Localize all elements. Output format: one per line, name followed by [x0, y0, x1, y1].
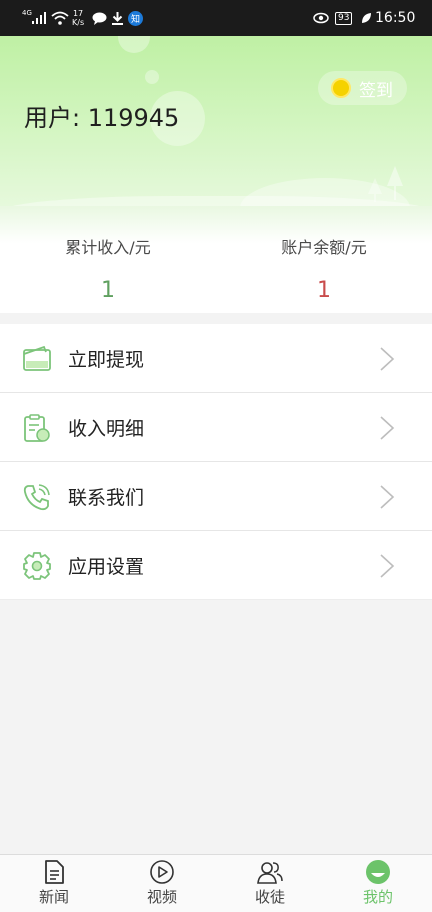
nav-label: 视频 — [146, 888, 177, 906]
income-value: 1 — [101, 278, 115, 303]
username: 用户: 119945 — [24, 104, 180, 132]
earnings-summary: 累计收入/元 1 账户余额/元 1 — [0, 206, 432, 313]
battery-level: 93 — [335, 11, 353, 25]
document-icon — [45, 860, 64, 884]
wallet-icon — [23, 345, 51, 371]
menu-item-contact[interactable]: 联系我们 — [0, 462, 432, 531]
clipboard-money-icon — [24, 414, 50, 442]
speed-value: 17 — [72, 9, 84, 18]
menu-item-app-settings[interactable]: 应用设置 — [0, 531, 432, 600]
chevron-right-icon — [380, 347, 395, 371]
menu-label: 应用设置 — [68, 555, 145, 578]
balance-label: 账户余额/元 — [281, 238, 367, 257]
chevron-right-icon — [380, 416, 395, 440]
wifi-icon — [51, 0, 69, 36]
menu-label: 收入明细 — [68, 417, 145, 440]
balance-stat: 账户余额/元 1 — [216, 234, 432, 303]
chat-icon — [92, 0, 107, 36]
chevron-right-icon — [380, 485, 395, 509]
nav-item-apprentice[interactable]: 收徒 — [216, 855, 324, 912]
users-icon — [257, 862, 283, 884]
battery-indicator: 93 — [335, 0, 353, 36]
notification-badge: 知 — [128, 10, 143, 26]
nav-label: 新闻 — [38, 888, 69, 906]
checkin-button[interactable]: 签到 — [318, 71, 407, 105]
net-speed: 17 K/s — [72, 0, 84, 36]
checkin-label: 签到 — [359, 80, 393, 101]
play-icon — [150, 860, 174, 884]
network-type: 4G — [22, 9, 32, 17]
nav-item-mine[interactable]: 我的 — [324, 855, 432, 912]
nav-item-news[interactable]: 新闻 — [0, 855, 108, 912]
profile-icon — [366, 860, 390, 884]
menu-label: 联系我们 — [68, 486, 145, 509]
bottom-navigation: 新闻 视频 收徒 我的 — [0, 854, 432, 912]
nav-label: 我的 — [362, 888, 393, 906]
decor-bubble — [118, 36, 150, 53]
balance-value: 1 — [317, 278, 331, 303]
profile-header: 用户: 119945 签到 — [0, 36, 432, 206]
download-icon — [111, 0, 124, 36]
nav-label: 收徒 — [254, 888, 285, 906]
chevron-right-icon — [380, 554, 395, 578]
menu-item-withdraw[interactable]: 立即提现 — [0, 324, 432, 393]
status-bar: 4G 17 K/s 知 93 16:50 — [0, 0, 432, 36]
income-label: 累计收入/元 — [65, 238, 151, 257]
tree-icon — [368, 166, 403, 202]
menu-item-income-detail[interactable]: 收入明细 — [0, 393, 432, 462]
speed-unit: K/s — [72, 18, 85, 27]
decor-bubble — [145, 70, 159, 84]
nav-item-video[interactable]: 视频 — [108, 855, 216, 912]
income-stat: 累计收入/元 1 — [0, 234, 216, 303]
gear-icon — [23, 552, 51, 580]
zhihu-notification-icon: 知 — [128, 0, 143, 36]
leaf-icon — [361, 0, 372, 36]
signal-icon: 4G — [22, 0, 48, 36]
clock: 16:50 — [375, 10, 416, 26]
settings-menu: 立即提现 收入明细 联系我们 应用设置 — [0, 324, 432, 600]
phone-icon — [23, 484, 50, 511]
menu-label: 立即提现 — [68, 348, 145, 371]
coin-icon — [331, 78, 351, 98]
eye-comfort-icon — [313, 0, 329, 36]
